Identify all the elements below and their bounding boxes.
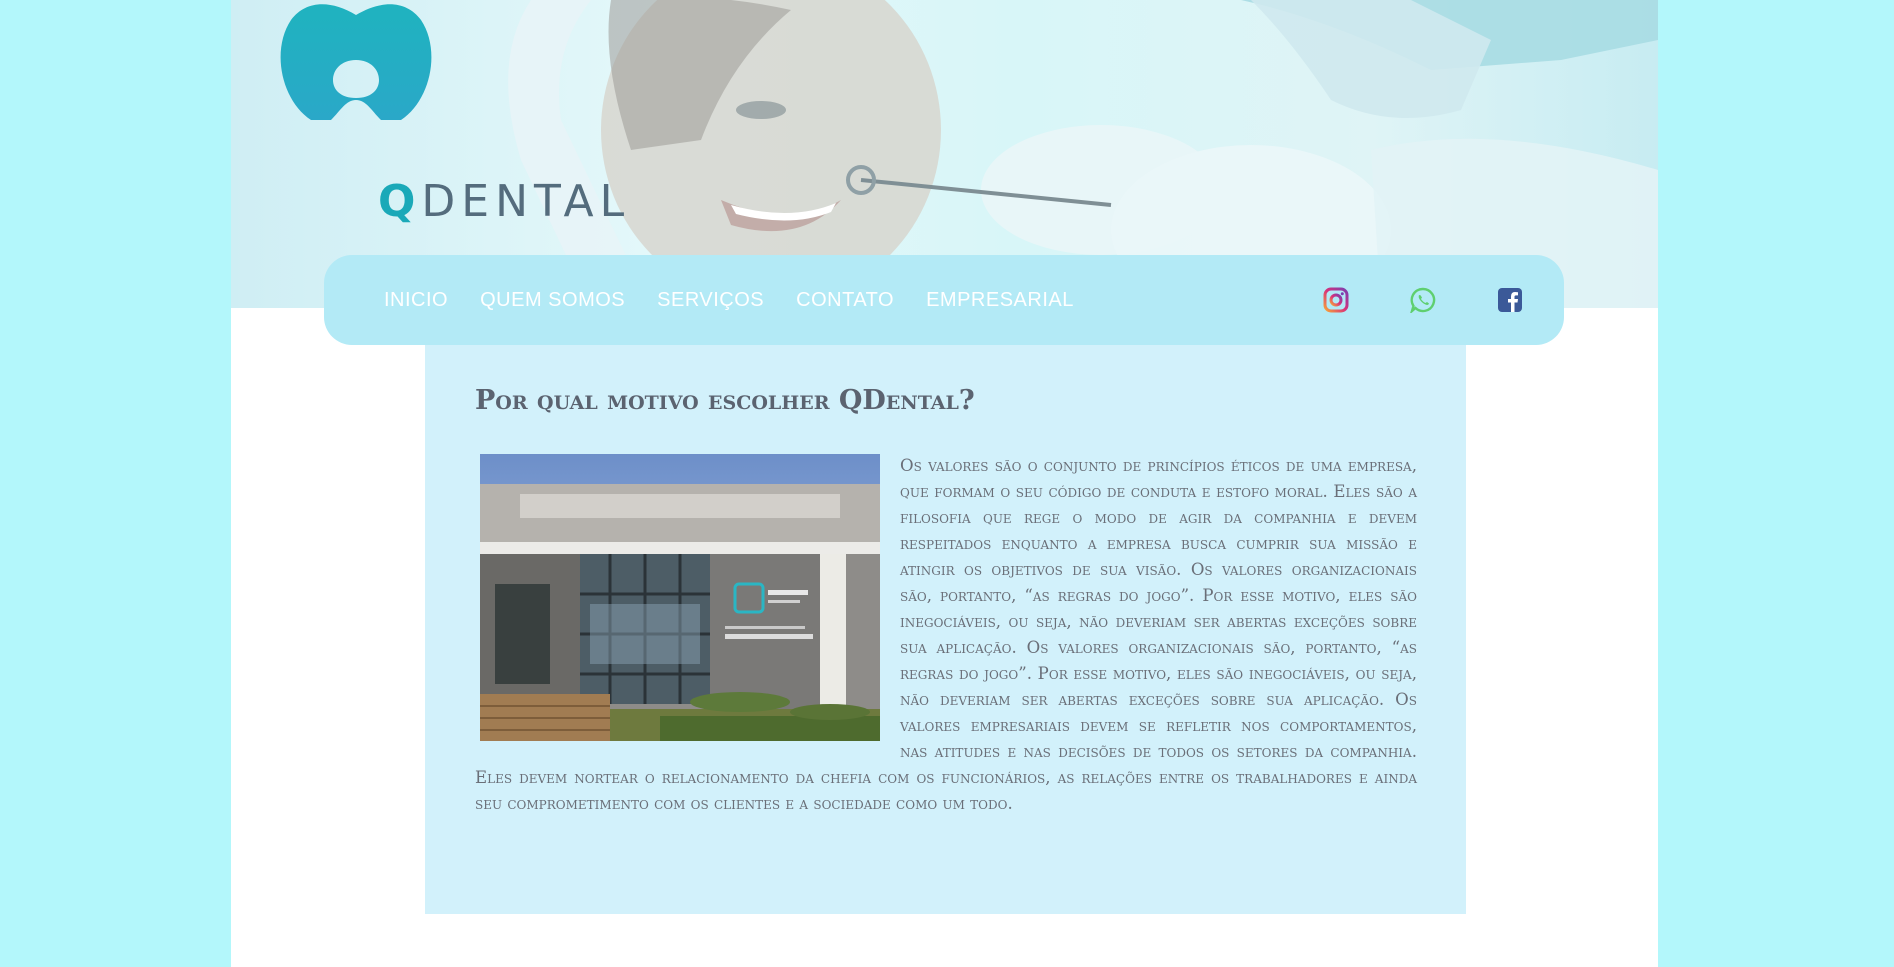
whatsapp-icon[interactable] bbox=[1410, 287, 1436, 313]
content-section: Por qual motivo escolher QDental? Os val… bbox=[425, 345, 1466, 914]
nav-item-inicio[interactable]: INICIO bbox=[384, 289, 448, 312]
main-navigation: INICIO QUEM SOMOS SERVIÇOS CONTATO EMPRE… bbox=[324, 255, 1564, 345]
section-heading: Por qual motivo escolher QDental? bbox=[475, 385, 975, 416]
nav-item-contato[interactable]: CONTATO bbox=[796, 289, 894, 312]
facebook-icon[interactable] bbox=[1497, 287, 1523, 313]
clinic-building-photo bbox=[480, 454, 880, 741]
brand-wordmark: QDENTAL bbox=[378, 176, 631, 227]
nav-item-servicos[interactable]: SERVIÇOS bbox=[657, 289, 764, 312]
section-text-block: Os valores são o conjunto de princípios … bbox=[475, 453, 1417, 817]
nav-item-empresarial[interactable]: EMPRESARIAL bbox=[926, 289, 1074, 312]
page-container: QDENTAL INICIO QUEM SOMOS SERVIÇOS CONTA… bbox=[231, 0, 1658, 967]
nav-item-quem-somos[interactable]: QUEM SOMOS bbox=[480, 289, 625, 312]
instagram-icon[interactable] bbox=[1323, 287, 1349, 313]
